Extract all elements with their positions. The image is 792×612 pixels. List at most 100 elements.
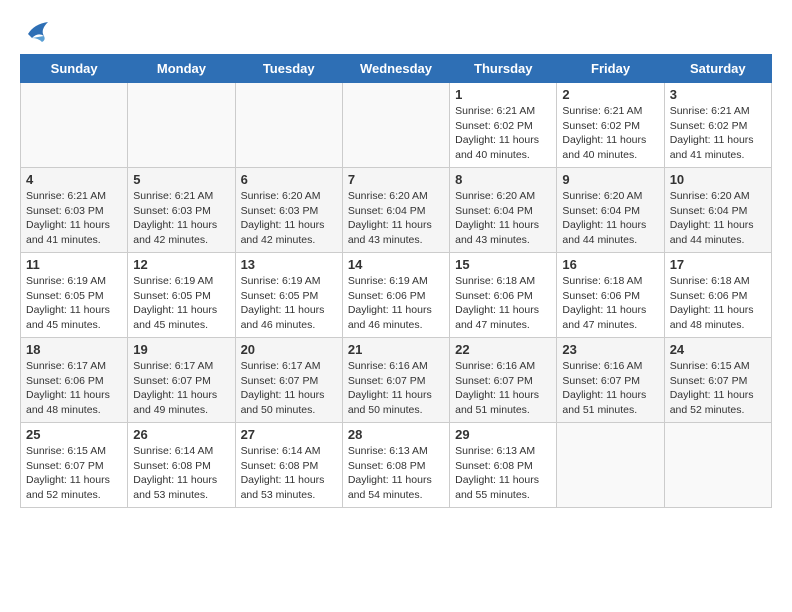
day-info: Sunrise: 6:18 AM Sunset: 6:06 PM Dayligh…	[670, 274, 766, 333]
calendar-cell	[235, 83, 342, 168]
calendar-cell: 4Sunrise: 6:21 AM Sunset: 6:03 PM Daylig…	[21, 168, 128, 253]
day-info: Sunrise: 6:18 AM Sunset: 6:06 PM Dayligh…	[562, 274, 658, 333]
day-info: Sunrise: 6:20 AM Sunset: 6:04 PM Dayligh…	[348, 189, 444, 248]
calendar-cell: 8 Sunrise: 6:20 AM Sunset: 6:04 PM Daylig…	[450, 168, 557, 253]
day-info: Sunrise: 6:13 AM Sunset: 6:08 PM Dayligh…	[348, 444, 444, 503]
calendar-cell	[342, 83, 449, 168]
day-info: Sunrise: 6:18 AM Sunset: 6:06 PM Dayligh…	[455, 274, 551, 333]
day-info: Sunrise: 6:21 AM Sunset: 6:02 PM Dayligh…	[455, 104, 551, 163]
day-info: Sunrise: 6:17 AM Sunset: 6:07 PM Dayligh…	[241, 359, 337, 418]
calendar-cell: 13 Sunrise: 6:19 AM Sunset: 6:05 PM Dayli…	[235, 253, 342, 338]
day-info: Sunrise: 6:17 AM Sunset: 6:06 PM Dayligh…	[26, 359, 122, 418]
calendar-cell: 15 Sunrise: 6:18 AM Sunset: 6:06 PM Dayli…	[450, 253, 557, 338]
day-number: 13	[241, 257, 337, 272]
day-info: Sunrise: 6:19 AM Sunset: 6:05 PM Dayligh…	[133, 274, 229, 333]
calendar-week-row: 1 Sunrise: 6:21 AM Sunset: 6:02 PM Daylig…	[21, 83, 772, 168]
calendar-cell: 14 Sunrise: 6:19 AM Sunset: 6:06 PM Dayli…	[342, 253, 449, 338]
day-number: 1	[455, 87, 551, 102]
calendar-cell: 17 Sunrise: 6:18 AM Sunset: 6:06 PM Dayli…	[664, 253, 771, 338]
day-number: 26	[133, 427, 229, 442]
day-info: Sunrise: 6:14 AM Sunset: 6:08 PM Dayligh…	[133, 444, 229, 503]
calendar-cell: 11 Sunrise: 6:19 AM Sunset: 6:05 PM Dayli…	[21, 253, 128, 338]
weekday-header-tuesday: Tuesday	[235, 55, 342, 83]
calendar-cell: 12 Sunrise: 6:19 AM Sunset: 6:05 PM Dayli…	[128, 253, 235, 338]
calendar-cell: 20 Sunrise: 6:17 AM Sunset: 6:07 PM Dayli…	[235, 338, 342, 423]
day-number: 10	[670, 172, 766, 187]
calendar-cell: 2Sunrise: 6:21 AM Sunset: 6:02 PM Daylig…	[557, 83, 664, 168]
weekday-header-wednesday: Wednesday	[342, 55, 449, 83]
day-number: 27	[241, 427, 337, 442]
day-info: Sunrise: 6:20 AM Sunset: 6:04 PM Dayligh…	[562, 189, 658, 248]
calendar-cell: 6 Sunrise: 6:20 AM Sunset: 6:03 PM Daylig…	[235, 168, 342, 253]
weekday-header-saturday: Saturday	[664, 55, 771, 83]
day-number: 24	[670, 342, 766, 357]
day-number: 21	[348, 342, 444, 357]
weekday-header-thursday: Thursday	[450, 55, 557, 83]
day-info: Sunrise: 6:15 AM Sunset: 6:07 PM Dayligh…	[670, 359, 766, 418]
day-number: 20	[241, 342, 337, 357]
day-info: Sunrise: 6:16 AM Sunset: 6:07 PM Dayligh…	[562, 359, 658, 418]
day-number: 3	[670, 87, 766, 102]
weekday-header-sunday: Sunday	[21, 55, 128, 83]
calendar-cell: 7 Sunrise: 6:20 AM Sunset: 6:04 PM Daylig…	[342, 168, 449, 253]
weekday-header-row: SundayMondayTuesdayWednesdayThursdayFrid…	[21, 55, 772, 83]
calendar-cell	[21, 83, 128, 168]
calendar-cell: 10 Sunrise: 6:20 AM Sunset: 6:04 PM Dayli…	[664, 168, 771, 253]
day-info: Sunrise: 6:13 AM Sunset: 6:08 PM Dayligh…	[455, 444, 551, 503]
calendar-cell: 5 Sunrise: 6:21 AM Sunset: 6:03 PM Daylig…	[128, 168, 235, 253]
calendar-cell: 24 Sunrise: 6:15 AM Sunset: 6:07 PM Dayli…	[664, 338, 771, 423]
calendar-week-row: 25Sunrise: 6:15 AM Sunset: 6:07 PM Dayli…	[21, 423, 772, 508]
logo	[20, 20, 52, 44]
day-info: Sunrise: 6:20 AM Sunset: 6:04 PM Dayligh…	[670, 189, 766, 248]
day-number: 8	[455, 172, 551, 187]
day-info: Sunrise: 6:21 AM Sunset: 6:03 PM Dayligh…	[26, 189, 122, 248]
day-info: Sunrise: 6:19 AM Sunset: 6:05 PM Dayligh…	[241, 274, 337, 333]
weekday-header-monday: Monday	[128, 55, 235, 83]
day-number: 5	[133, 172, 229, 187]
calendar-week-row: 4Sunrise: 6:21 AM Sunset: 6:03 PM Daylig…	[21, 168, 772, 253]
day-number: 15	[455, 257, 551, 272]
calendar-cell: 26 Sunrise: 6:14 AM Sunset: 6:08 PM Dayli…	[128, 423, 235, 508]
day-info: Sunrise: 6:21 AM Sunset: 6:03 PM Dayligh…	[133, 189, 229, 248]
calendar-cell: 25Sunrise: 6:15 AM Sunset: 6:07 PM Dayli…	[21, 423, 128, 508]
day-info: Sunrise: 6:19 AM Sunset: 6:06 PM Dayligh…	[348, 274, 444, 333]
day-info: Sunrise: 6:16 AM Sunset: 6:07 PM Dayligh…	[455, 359, 551, 418]
day-number: 17	[670, 257, 766, 272]
calendar-cell: 21Sunrise: 6:16 AM Sunset: 6:07 PM Dayli…	[342, 338, 449, 423]
logo-bird-icon	[20, 20, 52, 48]
calendar-table: SundayMondayTuesdayWednesdayThursdayFrid…	[20, 54, 772, 508]
day-number: 12	[133, 257, 229, 272]
day-number: 28	[348, 427, 444, 442]
day-number: 16	[562, 257, 658, 272]
calendar-cell: 16 Sunrise: 6:18 AM Sunset: 6:06 PM Dayli…	[557, 253, 664, 338]
day-info: Sunrise: 6:14 AM Sunset: 6:08 PM Dayligh…	[241, 444, 337, 503]
calendar-cell: 19Sunrise: 6:17 AM Sunset: 6:07 PM Dayli…	[128, 338, 235, 423]
day-number: 11	[26, 257, 122, 272]
calendar-cell: 18 Sunrise: 6:17 AM Sunset: 6:06 PM Dayli…	[21, 338, 128, 423]
day-info: Sunrise: 6:20 AM Sunset: 6:04 PM Dayligh…	[455, 189, 551, 248]
day-info: Sunrise: 6:21 AM Sunset: 6:02 PM Dayligh…	[670, 104, 766, 163]
day-info: Sunrise: 6:19 AM Sunset: 6:05 PM Dayligh…	[26, 274, 122, 333]
day-number: 14	[348, 257, 444, 272]
calendar-cell	[128, 83, 235, 168]
day-number: 22	[455, 342, 551, 357]
day-number: 7	[348, 172, 444, 187]
day-info: Sunrise: 6:15 AM Sunset: 6:07 PM Dayligh…	[26, 444, 122, 503]
calendar-cell: 29Sunrise: 6:13 AM Sunset: 6:08 PM Dayli…	[450, 423, 557, 508]
calendar-week-row: 11 Sunrise: 6:19 AM Sunset: 6:05 PM Dayli…	[21, 253, 772, 338]
calendar-cell: 22 Sunrise: 6:16 AM Sunset: 6:07 PM Dayli…	[450, 338, 557, 423]
day-number: 23	[562, 342, 658, 357]
calendar-cell: 3 Sunrise: 6:21 AM Sunset: 6:02 PM Daylig…	[664, 83, 771, 168]
day-number: 9	[562, 172, 658, 187]
day-info: Sunrise: 6:20 AM Sunset: 6:03 PM Dayligh…	[241, 189, 337, 248]
weekday-header-friday: Friday	[557, 55, 664, 83]
calendar-cell: 28 Sunrise: 6:13 AM Sunset: 6:08 PM Dayli…	[342, 423, 449, 508]
header	[20, 20, 772, 44]
calendar-cell	[664, 423, 771, 508]
calendar-cell: 9 Sunrise: 6:20 AM Sunset: 6:04 PM Daylig…	[557, 168, 664, 253]
calendar-cell: 23 Sunrise: 6:16 AM Sunset: 6:07 PM Dayli…	[557, 338, 664, 423]
day-number: 18	[26, 342, 122, 357]
day-info: Sunrise: 6:17 AM Sunset: 6:07 PM Dayligh…	[133, 359, 229, 418]
day-number: 6	[241, 172, 337, 187]
calendar-cell: 27 Sunrise: 6:14 AM Sunset: 6:08 PM Dayli…	[235, 423, 342, 508]
